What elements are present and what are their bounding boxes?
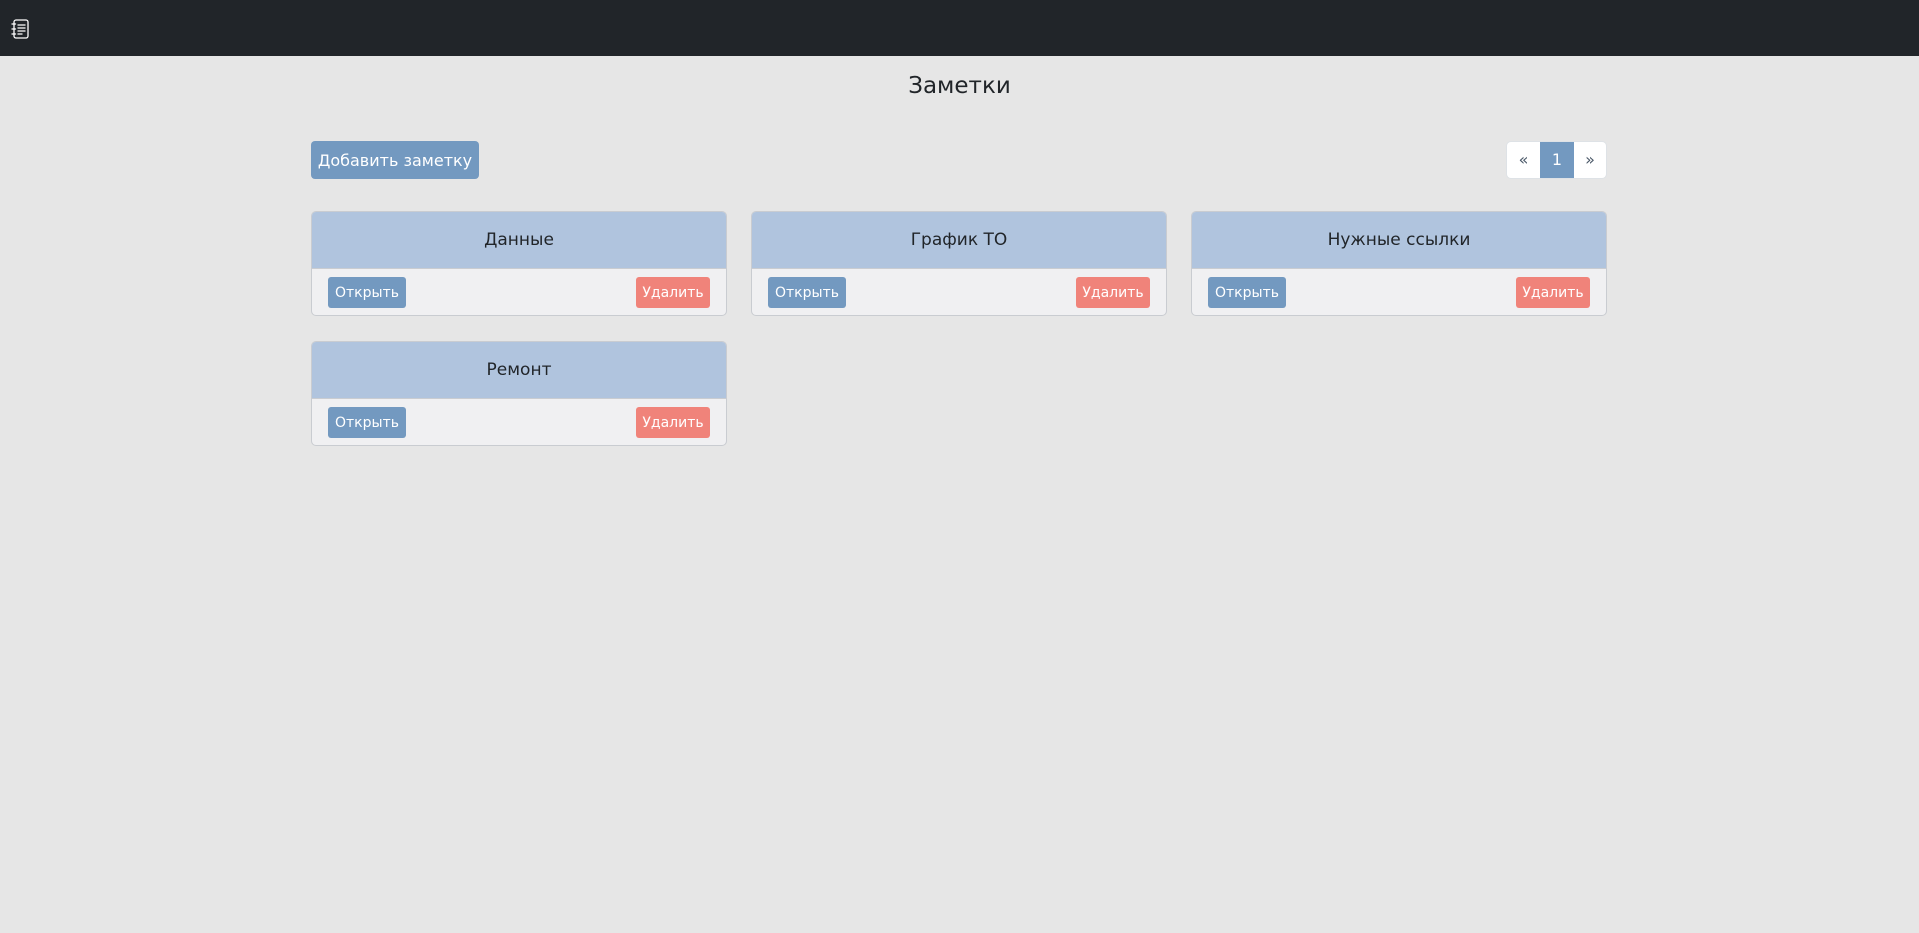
open-note-button[interactable]: Открыть xyxy=(1208,277,1286,308)
page-title: Заметки xyxy=(908,73,1011,99)
open-note-button[interactable]: Открыть xyxy=(328,277,406,308)
delete-note-button[interactable]: Удалить xyxy=(1076,277,1150,308)
pagination-prev[interactable]: « xyxy=(1507,142,1540,178)
note-title: График ТО xyxy=(752,212,1166,269)
note-card: Нужные ссылки Открыть Удалить xyxy=(1191,211,1607,316)
note-card: Ремонт Открыть Удалить xyxy=(311,341,727,446)
note-card: График ТО Открыть Удалить xyxy=(751,211,1167,316)
note-card-footer: Открыть Удалить xyxy=(1192,269,1606,315)
pagination-next[interactable]: » xyxy=(1574,142,1606,178)
delete-note-button[interactable]: Удалить xyxy=(636,277,710,308)
add-note-button[interactable]: Добавить заметку xyxy=(311,141,479,179)
note-card: Данные Открыть Удалить xyxy=(311,211,727,316)
note-title: Данные xyxy=(312,212,726,269)
open-note-button[interactable]: Открыть xyxy=(328,407,406,438)
pagination-page-current[interactable]: 1 xyxy=(1540,142,1574,178)
open-note-button[interactable]: Открыть xyxy=(768,277,846,308)
notebook-icon[interactable] xyxy=(9,17,33,41)
note-title: Ремонт xyxy=(312,342,726,399)
note-card-footer: Открыть Удалить xyxy=(312,269,726,315)
pagination: « 1 » xyxy=(1506,141,1607,179)
note-title: Нужные ссылки xyxy=(1192,212,1606,269)
note-card-footer: Открыть Удалить xyxy=(312,399,726,445)
note-card-footer: Открыть Удалить xyxy=(752,269,1166,315)
delete-note-button[interactable]: Удалить xyxy=(636,407,710,438)
delete-note-button[interactable]: Удалить xyxy=(1516,277,1590,308)
top-navbar xyxy=(0,0,1919,56)
